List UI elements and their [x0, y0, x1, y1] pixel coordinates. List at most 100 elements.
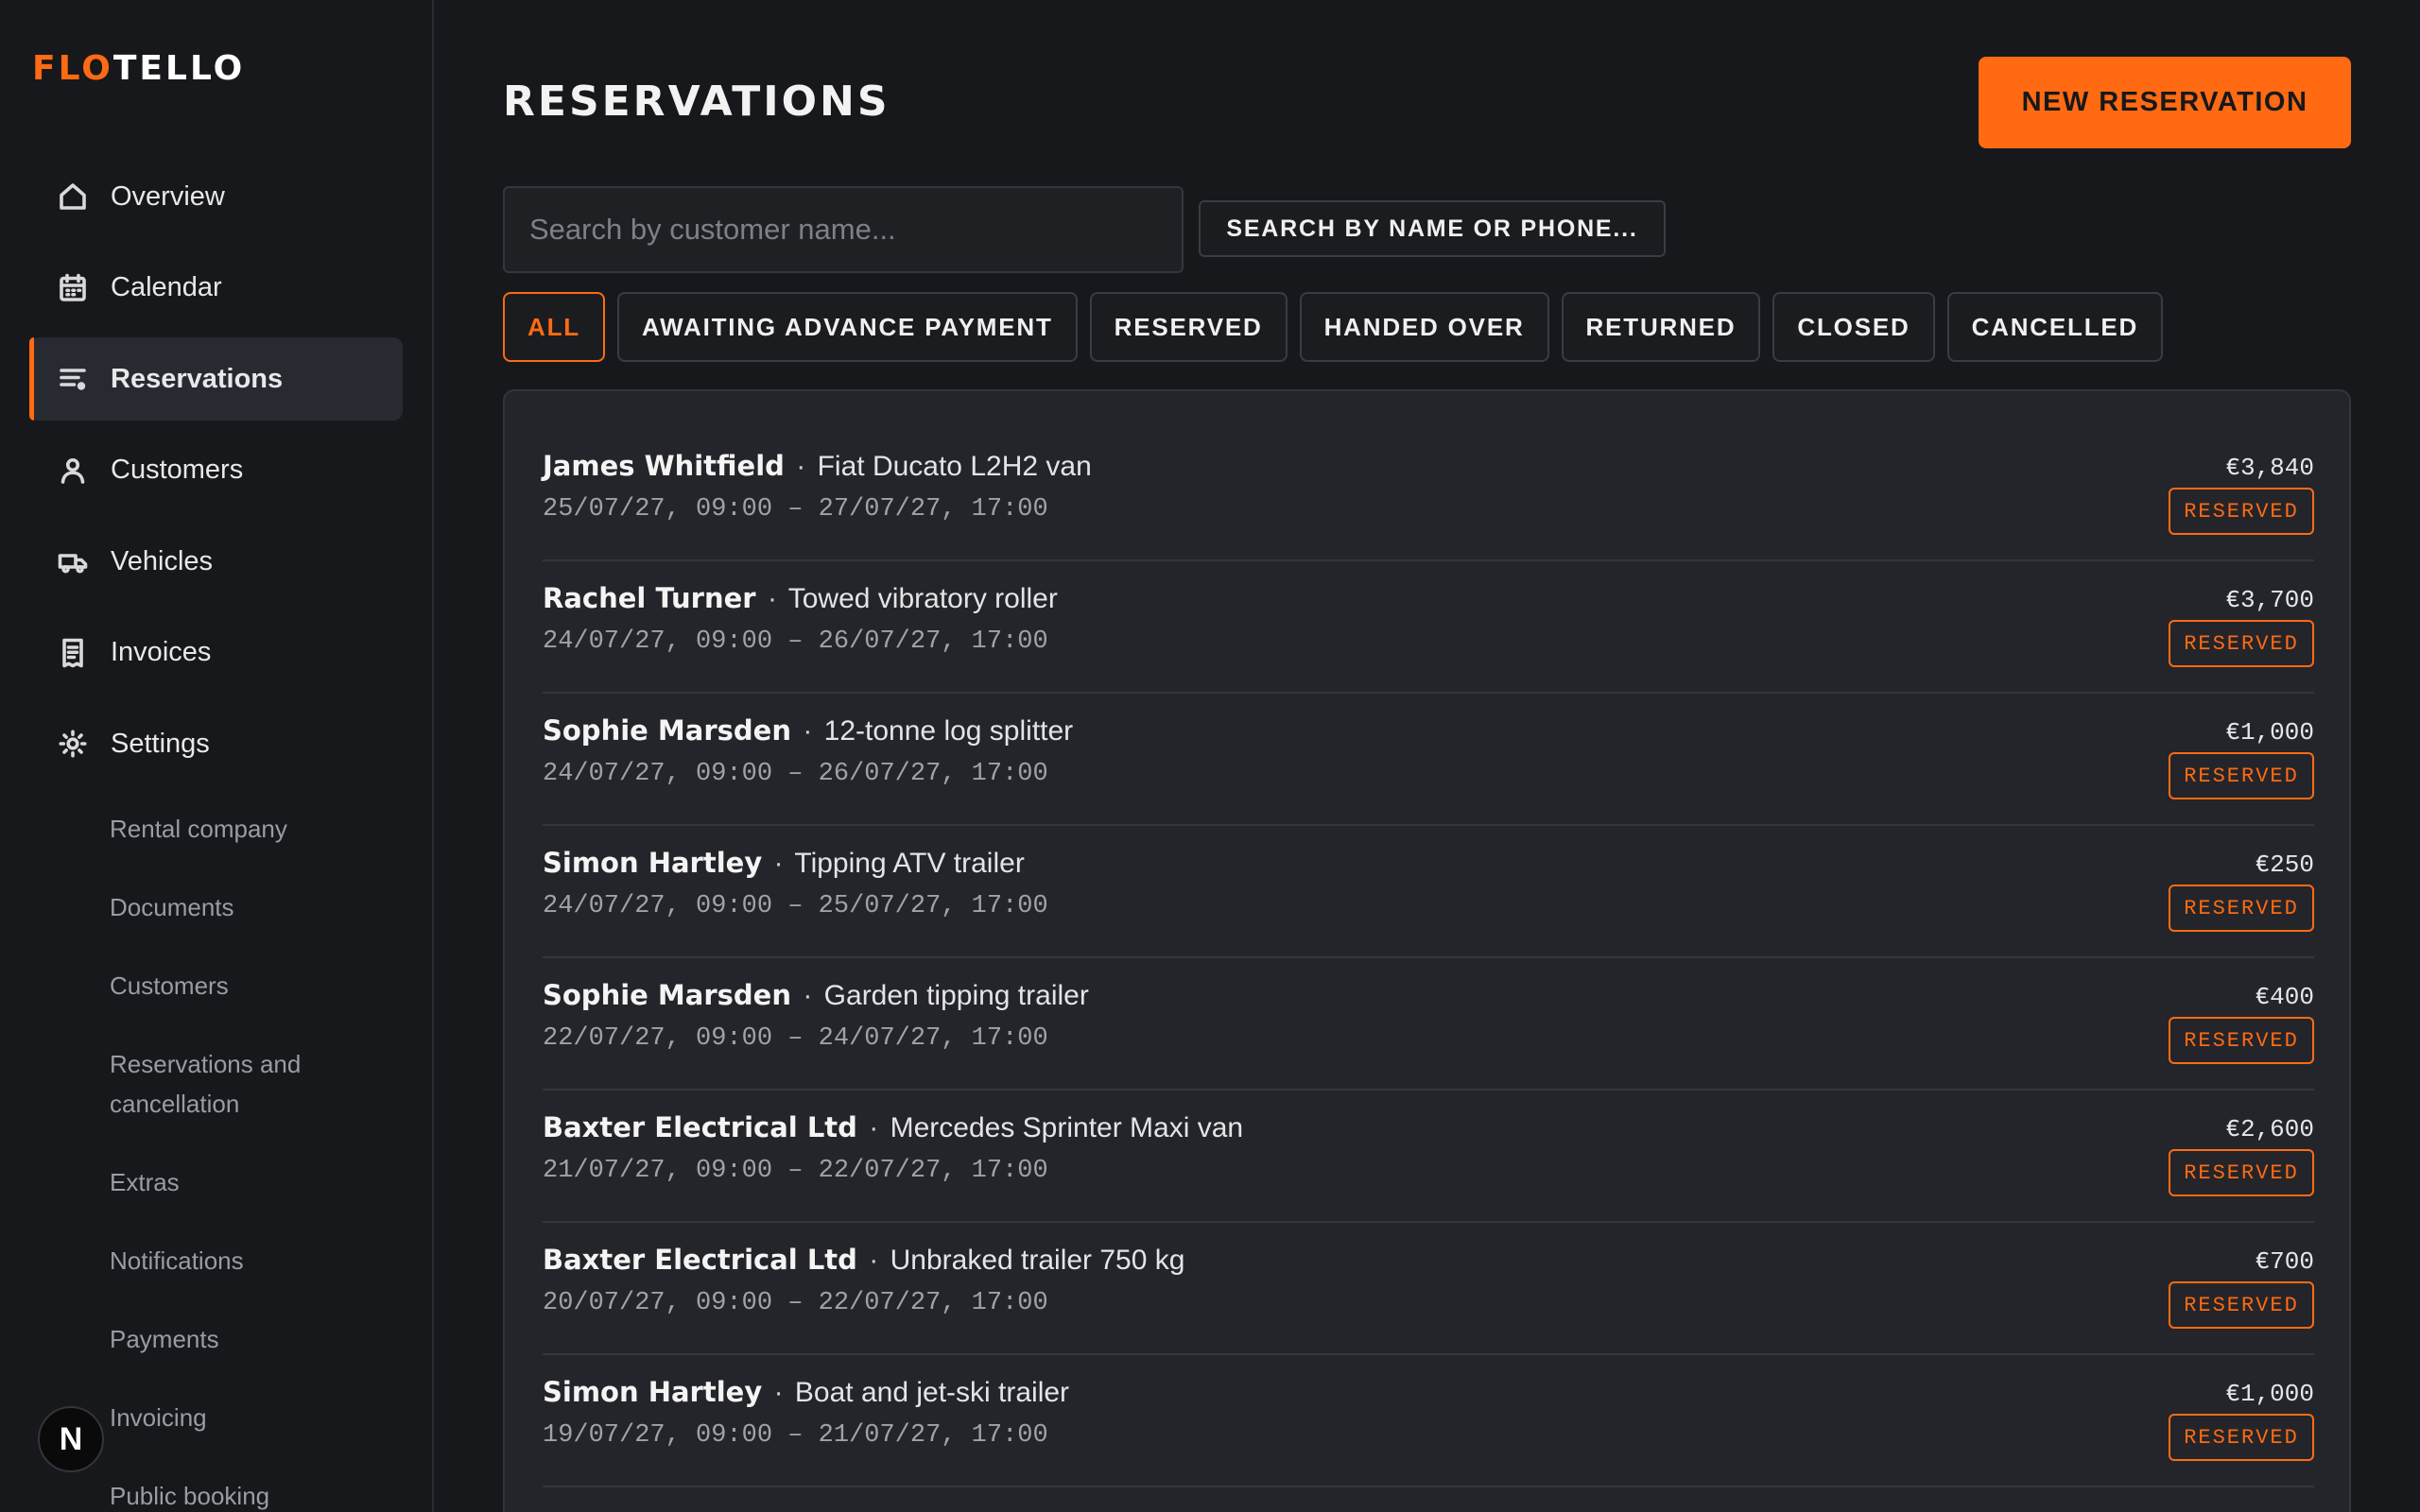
list-item[interactable]: Sophie Marsden · 12-tonne log splitter 2… [543, 694, 2314, 826]
sidebar-item-label: Overview [111, 180, 225, 212]
separator: · [803, 980, 813, 1011]
sidebar-item-overview[interactable]: Overview [29, 155, 403, 238]
sidebar-item-label: Reservations [111, 363, 284, 394]
status-badge: RESERVED [2169, 1414, 2314, 1461]
logo-part-accent: FLO [32, 49, 113, 88]
reservation-dates: 22/07/27, 09:00 – 24/07/27, 17:00 [543, 1024, 1048, 1053]
customer-name: Simon Hartley [543, 847, 763, 879]
logo-part-main: TELLO [112, 49, 246, 88]
reservation-price: €3,840 [2225, 454, 2314, 482]
search-input[interactable] [503, 186, 1184, 273]
separator: · [803, 715, 813, 747]
receipt-icon [56, 636, 90, 670]
reservation-price: €3,700 [2225, 586, 2314, 614]
sidebar-item-reservations[interactable]: Reservations [29, 337, 403, 421]
subnav-item-documents[interactable]: Documents [110, 887, 412, 927]
list-item[interactable]: Baxter Electrical Ltd · Unbraked trailer… [543, 1223, 2314, 1355]
subnav-item-extras[interactable]: Extras [110, 1162, 412, 1202]
vehicle-name: Towed vibratory roller [787, 583, 1058, 614]
vehicle-name: Boat and jet-ski trailer [794, 1377, 1070, 1408]
filter-cancelled[interactable]: CANCELLED [1946, 292, 2164, 362]
search-button[interactable]: SEARCH BY NAME OR PHONE... [1199, 200, 1666, 257]
sidebar-item-label: Customers [111, 455, 244, 485]
customer-name: Simon Hartley [543, 1376, 763, 1408]
filter-closed[interactable]: CLOSED [1772, 292, 1935, 362]
reservation-dates: 20/07/27, 09:00 – 22/07/27, 17:00 [543, 1289, 1048, 1317]
vehicle-name: Garden tipping trailer [823, 980, 1089, 1011]
list-item[interactable]: Rachel Turner · Towed vibratory roller 2… [543, 561, 2314, 694]
status-filters: ALL AWAITING ADVANCE PAYMENT RESERVED HA… [503, 292, 2164, 362]
subnav-item-customers[interactable]: Customers [110, 966, 412, 1005]
status-badge: RESERVED [2169, 488, 2314, 535]
avatar[interactable]: N [38, 1406, 104, 1472]
sidebar-item-vehicles[interactable]: Vehicles [29, 520, 403, 603]
sidebar-item-label: Calendar [111, 272, 222, 302]
vehicle-name: Tipping ATV trailer [794, 848, 1025, 879]
list-item[interactable]: Simon Hartley · Tipping ATV trailer 24/0… [543, 826, 2314, 958]
status-badge: RESERVED [2169, 620, 2314, 667]
reservation-price: €2,600 [2225, 1115, 2314, 1143]
app-logo[interactable]: FLOTELLO [32, 49, 245, 88]
separator: · [773, 1377, 784, 1408]
reservation-price: €1,000 [2225, 718, 2314, 747]
new-reservation-button[interactable]: NEW RESERVATION [1979, 57, 2351, 148]
filter-all[interactable]: ALL [503, 292, 605, 362]
sidebar-item-label: Settings [111, 728, 210, 759]
reservation-dates: 24/07/27, 09:00 – 26/07/27, 17:00 [543, 627, 1048, 656]
subnav-item-rental-company[interactable]: Rental company [110, 809, 412, 849]
customer-name: Baxter Electrical Ltd [543, 1111, 857, 1143]
filter-handed-over[interactable]: HANDED OVER [1299, 292, 1549, 362]
sidebar-item-settings[interactable]: Settings [29, 702, 403, 785]
reservation-dates: 21/07/27, 09:00 – 22/07/27, 17:00 [543, 1157, 1048, 1185]
filter-reserved[interactable]: RESERVED [1089, 292, 1288, 362]
settings-subnav: Rental company Documents Customers Reser… [110, 809, 412, 1512]
vehicle-name: 12-tonne log splitter [823, 715, 1074, 747]
reservation-price: €700 [2255, 1247, 2314, 1276]
gear-icon [56, 727, 90, 761]
status-badge: RESERVED [2169, 1017, 2314, 1064]
status-badge: RESERVED [2169, 885, 2314, 932]
main-content: RESERVATIONS NEW RESERVATION SEARCH BY N… [435, 0, 2420, 1512]
subnav-item-invoicing[interactable]: Invoicing [110, 1398, 412, 1437]
subnav-item-reservations-cancellation[interactable]: Reservations and cancellation [110, 1044, 346, 1124]
vehicle-name: Unbraked trailer 750 kg [890, 1245, 1185, 1276]
main-nav: Overview Calendar Reservations Customers… [29, 155, 403, 794]
customer-name: Sophie Marsden [543, 714, 791, 747]
customer-name: Sophie Marsden [543, 979, 791, 1011]
separator: · [869, 1245, 879, 1276]
sidebar-item-invoices[interactable]: Invoices [29, 611, 403, 695]
list-icon [56, 362, 90, 396]
list-item[interactable]: James Whitfield · Fiat Ducato L2H2 van 2… [543, 429, 2314, 561]
list-item[interactable]: Simon Hartley · Boat and jet-ski trailer… [543, 1355, 2314, 1487]
status-badge: RESERVED [2169, 1281, 2314, 1329]
reservation-price: €1,000 [2225, 1380, 2314, 1408]
status-badge: RESERVED [2169, 752, 2314, 799]
separator: · [767, 583, 777, 614]
subnav-item-notifications[interactable]: Notifications [110, 1241, 412, 1280]
reservation-dates: 24/07/27, 09:00 – 25/07/27, 17:00 [543, 892, 1048, 920]
filter-returned[interactable]: RETURNED [1561, 292, 1761, 362]
customer-name: James Whitfield [543, 450, 785, 482]
sidebar-item-calendar[interactable]: Calendar [29, 247, 403, 330]
status-badge: RESERVED [2169, 1149, 2314, 1196]
truck-icon [56, 544, 90, 578]
list-item[interactable]: Baxter Electrical Ltd · Mercedes Sprinte… [543, 1091, 2314, 1223]
customer-name: Rachel Turner [543, 582, 756, 614]
sidebar-item-customers[interactable]: Customers [29, 429, 403, 512]
reservation-price: €250 [2255, 850, 2314, 879]
reservation-price: €400 [2255, 983, 2314, 1011]
calendar-icon [56, 271, 90, 305]
separator: · [869, 1112, 879, 1143]
subnav-item-public-booking[interactable]: Public booking [110, 1476, 412, 1512]
vehicle-name: Mercedes Sprinter Maxi van [890, 1112, 1244, 1143]
reservation-dates: 25/07/27, 09:00 – 27/07/27, 17:00 [543, 495, 1048, 524]
reservation-dates: 24/07/27, 09:00 – 26/07/27, 17:00 [543, 760, 1048, 788]
separator: · [773, 848, 784, 879]
reservation-dates: 19/07/27, 09:00 – 21/07/27, 17:00 [543, 1421, 1048, 1450]
list-item[interactable]: Sophie Marsden · Garden tipping trailer … [543, 958, 2314, 1091]
user-icon [56, 454, 90, 488]
sidebar-item-label: Vehicles [111, 545, 214, 576]
filter-awaiting-advance-payment[interactable]: AWAITING ADVANCE PAYMENT [616, 292, 1078, 362]
sidebar-item-label: Invoices [111, 637, 212, 667]
subnav-item-payments[interactable]: Payments [110, 1319, 412, 1359]
